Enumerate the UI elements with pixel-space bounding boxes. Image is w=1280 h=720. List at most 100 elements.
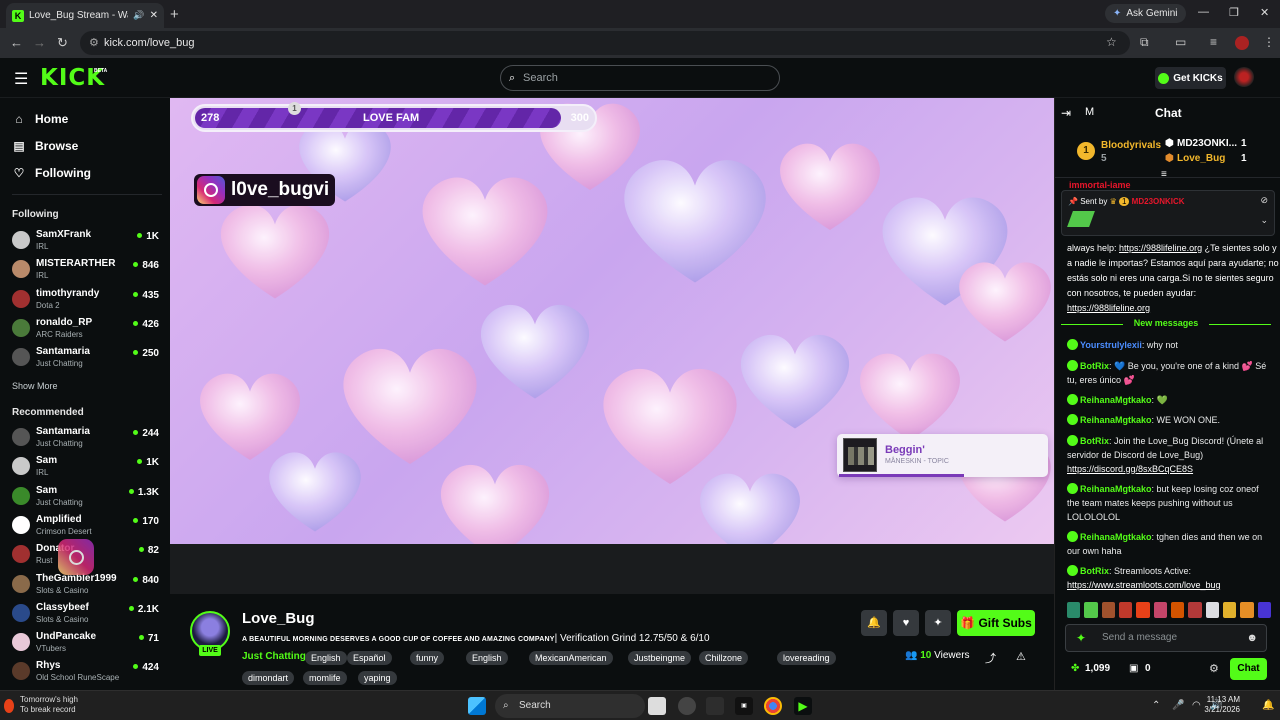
- emote[interactable]: [1188, 602, 1202, 618]
- emote[interactable]: [1153, 602, 1167, 618]
- back-icon[interactable]: ←: [10, 35, 23, 50]
- chat-link[interactable]: https://www.streamloots.com/love_bug: [1067, 580, 1221, 590]
- stream-tag[interactable]: Justbeingme: [628, 651, 692, 665]
- sidebar-channel[interactable]: Santamaria Just Chatting 244: [12, 426, 162, 450]
- emote[interactable]: [1240, 602, 1254, 618]
- sidebar-channel[interactable]: MISTERARTHER IRL 846: [12, 258, 162, 282]
- sidebar-channel[interactable]: UndPancake VTubers 71: [12, 631, 162, 655]
- emote[interactable]: [1170, 602, 1185, 618]
- chest-count[interactable]: 0: [1145, 663, 1151, 674]
- chrome-icon[interactable]: [764, 697, 782, 715]
- menu-dots-icon[interactable]: ⋮: [1263, 35, 1275, 49]
- notifications-icon[interactable]: 🔔: [1262, 700, 1274, 711]
- sidebar-channel[interactable]: Amplified Crimson Desert 170: [12, 514, 162, 538]
- chevron-down-icon[interactable]: ⌄: [1260, 215, 1268, 226]
- system-clock[interactable]: 11:13 AM 3/21/2026: [1190, 695, 1240, 715]
- settings-gear-icon[interactable]: ⚙: [1209, 662, 1219, 675]
- sidebar-item-following[interactable]: ♡ Following: [12, 166, 91, 180]
- github-icon[interactable]: [678, 697, 696, 715]
- sidebar-channel[interactable]: Classybeef Slots & Casino 2.1K: [12, 602, 162, 626]
- emoji-icon[interactable]: ☻: [1246, 625, 1258, 651]
- emote[interactable]: [1257, 602, 1271, 618]
- gift-subs-button[interactable]: 🎁 Gift Subs: [957, 610, 1035, 636]
- stream-tag[interactable]: lovereading: [777, 651, 836, 665]
- search-input[interactable]: ⌕ Search: [500, 65, 780, 91]
- emote[interactable]: [1118, 602, 1133, 618]
- ask-gemini-button[interactable]: ✦ Ask Gemini: [1105, 4, 1186, 23]
- stream-tag[interactable]: momlife: [303, 671, 347, 685]
- emote[interactable]: [1084, 602, 1098, 618]
- hamburger-menu-icon[interactable]: ☰: [14, 69, 28, 89]
- sidebar-channel[interactable]: SamXFrank IRL 1K: [12, 229, 162, 253]
- microphone-icon[interactable]: 🎤: [1172, 700, 1184, 711]
- media-icon[interactable]: ≡: [1210, 35, 1217, 49]
- site-info-icon[interactable]: ⚙: [89, 31, 99, 55]
- get-kicks-button[interactable]: Get KICKs: [1155, 67, 1226, 89]
- pinned-user[interactable]: MD23ONKICK: [1132, 197, 1185, 206]
- stream-tag[interactable]: dimondart: [242, 671, 295, 685]
- sidebar-channel[interactable]: timothyrandy Dota 2 435: [12, 288, 162, 312]
- stream-tag[interactable]: yaping: [358, 671, 397, 685]
- chat-username[interactable]: ReihanaMgtkako: [1080, 395, 1152, 405]
- chat-username[interactable]: Yourstrulylexii: [1080, 340, 1142, 350]
- browser-tab[interactable]: K Love_Bug Stream - Watch L 🔊 ✕: [6, 3, 164, 28]
- tray-chevron-icon[interactable]: ⌃: [1152, 700, 1160, 711]
- sidebar-channel[interactable]: TheGambler1999 Slots & Casino 840: [12, 573, 162, 597]
- send-chat-button[interactable]: Chat: [1230, 658, 1267, 680]
- stream-tag[interactable]: English: [305, 651, 347, 665]
- video-player[interactable]: 278 LOVE FAM 300 1 l0ve_bugvi Beggin' MÅ…: [170, 98, 1054, 544]
- channel-points[interactable]: 1,099: [1085, 663, 1110, 674]
- collapse-chat-icon[interactable]: ⇥: [1061, 106, 1071, 120]
- new-tab-button[interactable]: +: [170, 6, 179, 23]
- emote[interactable]: [1222, 602, 1237, 618]
- report-icon[interactable]: ⚠: [1016, 650, 1026, 663]
- stream-tag[interactable]: Chillzone: [699, 651, 749, 665]
- sparkle-icon[interactable]: ✦: [1076, 625, 1086, 651]
- url-field[interactable]: ⚙ kick.com/love_bug: [80, 31, 1130, 55]
- leader-third-name[interactable]: Love_Bug: [1177, 153, 1225, 164]
- chat-mode-label[interactable]: M: [1085, 106, 1094, 118]
- category-link[interactable]: Just Chatting: [242, 651, 306, 662]
- user-avatar[interactable]: [1234, 67, 1254, 87]
- unpin-icon[interactable]: ⊘: [1260, 195, 1268, 206]
- chat-username[interactable]: BotRix: [1080, 566, 1109, 576]
- expand-leaderboard-icon[interactable]: ≡: [1161, 169, 1167, 180]
- emote[interactable]: [1101, 602, 1115, 618]
- forward-icon[interactable]: →: [33, 35, 46, 50]
- share-icon[interactable]: ⤴: [985, 650, 996, 666]
- show-more-link[interactable]: Show More: [12, 381, 58, 391]
- weather-icon[interactable]: [4, 699, 14, 713]
- stream-tag[interactable]: Español: [347, 651, 392, 665]
- weather-widget[interactable]: Tomorrow's high To break record: [20, 695, 78, 715]
- lifeline-link[interactable]: https://988lifeline.org: [1119, 243, 1202, 253]
- maximize-icon[interactable]: ❐: [1229, 6, 1239, 19]
- minimize-icon[interactable]: —: [1198, 6, 1209, 18]
- chat-username[interactable]: BotRix: [1080, 361, 1109, 371]
- leader-first-name[interactable]: Bloodyrivals: [1101, 140, 1161, 151]
- leader-second-name[interactable]: MD23ONKI...: [1177, 138, 1237, 149]
- streamer-name[interactable]: Love_Bug: [242, 610, 315, 627]
- extensions-icon[interactable]: ⧉: [1140, 35, 1149, 50]
- kick-app-icon[interactable]: ▶: [794, 697, 812, 715]
- notification-bell-button[interactable]: 🔔: [861, 610, 887, 636]
- sparkle-button[interactable]: ✦: [925, 610, 951, 636]
- windows-start-icon[interactable]: [468, 697, 486, 715]
- sidebar-item-browse[interactable]: ▤ Browse: [12, 139, 78, 153]
- taskbar-search[interactable]: ⌕ Search: [495, 694, 645, 718]
- sidebar-item-home[interactable]: ⌂ Home: [12, 112, 68, 126]
- stream-tag[interactable]: MexicanAmerican: [529, 651, 613, 665]
- sidebar-channel[interactable]: Sam IRL 1K: [12, 455, 162, 479]
- chat-username[interactable]: ReihanaMgtkako: [1080, 484, 1152, 494]
- chat-username[interactable]: ReihanaMgtkako: [1080, 532, 1152, 542]
- chat-username[interactable]: BotRix: [1080, 436, 1109, 446]
- sidebar-channel[interactable]: Rhys Old School RuneScape 424: [12, 660, 162, 684]
- chat-message-input[interactable]: ✦ Send a message ☻: [1065, 624, 1267, 652]
- emote[interactable]: [1205, 602, 1219, 618]
- profile-icon[interactable]: [1235, 36, 1249, 50]
- reload-icon[interactable]: ↻: [57, 35, 68, 51]
- chat-username[interactable]: ReihanaMgtkako: [1080, 415, 1152, 425]
- lifeline-link[interactable]: https://988lifeline.org: [1067, 303, 1150, 313]
- bookmark-star-icon[interactable]: ☆: [1106, 35, 1117, 49]
- emote[interactable]: [1067, 602, 1081, 618]
- follow-heart-button[interactable]: ♥: [893, 610, 919, 636]
